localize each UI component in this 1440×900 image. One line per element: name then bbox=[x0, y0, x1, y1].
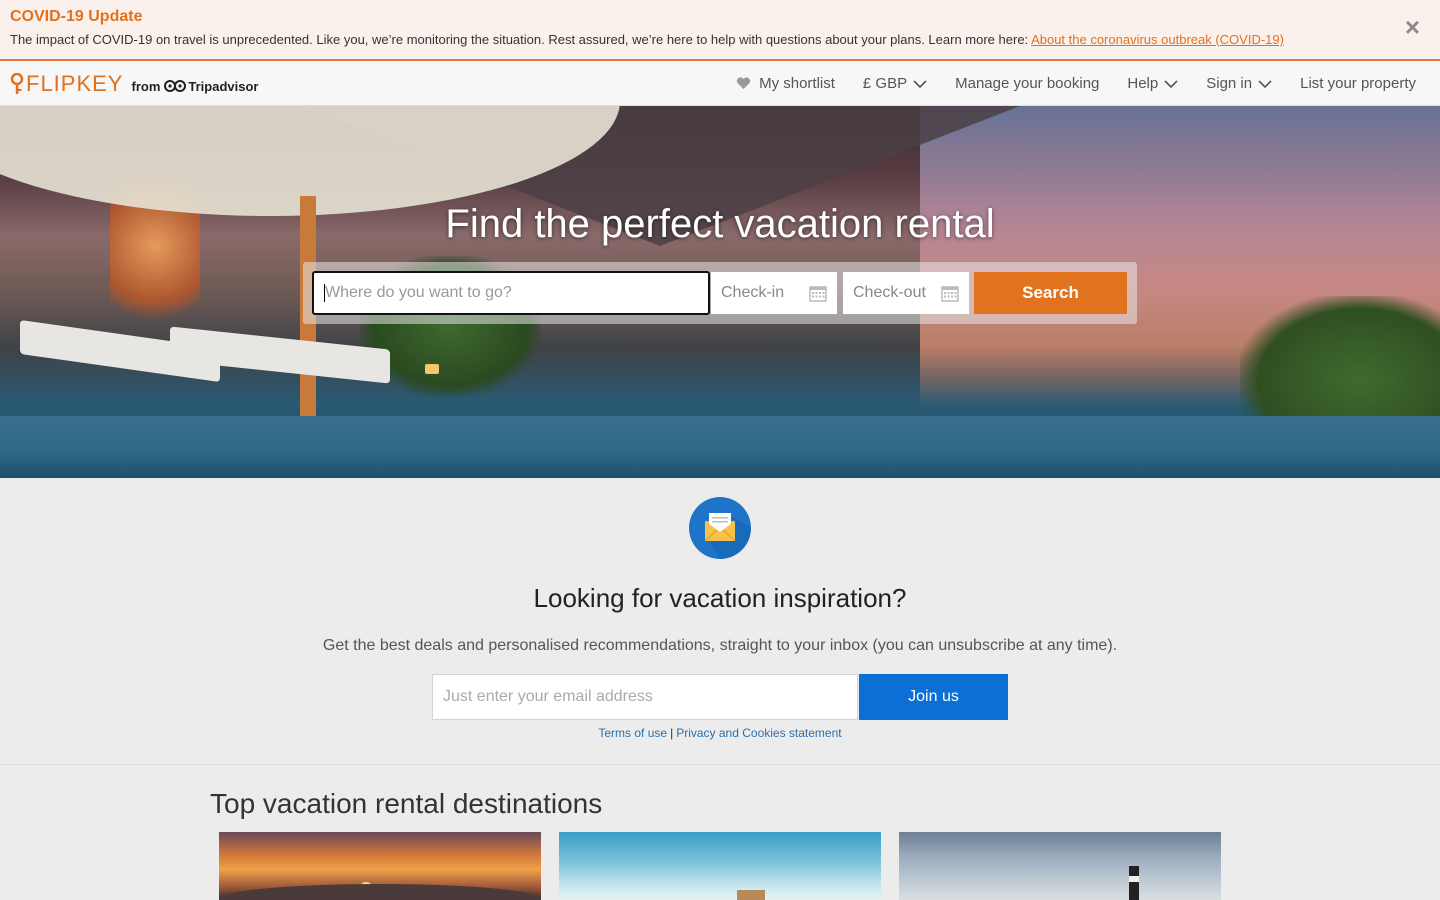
envelope-icon bbox=[704, 513, 751, 559]
newsletter-title: Looking for vacation inspiration? bbox=[533, 583, 907, 613]
signin-dropdown[interactable]: Sign in bbox=[1206, 75, 1272, 92]
covid-title: COVID-19 Update bbox=[10, 8, 143, 25]
email-input[interactable]: Just enter your email address bbox=[432, 674, 858, 720]
tripadvisor-owl-icon bbox=[164, 80, 187, 92]
close-icon[interactable]: × bbox=[1405, 14, 1420, 40]
covid-banner: COVID-19 Update The impact of COVID-19 o… bbox=[0, 0, 1440, 61]
destination-card[interactable] bbox=[559, 832, 881, 900]
chevron-down-icon bbox=[913, 80, 927, 89]
manage-booking-link[interactable]: Manage your booking bbox=[955, 75, 1099, 92]
flipkey-logo[interactable]: FLIPKEY from Tripadvisor bbox=[10, 72, 258, 96]
checkout-placeholder: Check-out bbox=[853, 284, 926, 301]
mail-circle bbox=[689, 497, 751, 559]
calendar-icon bbox=[941, 286, 959, 302]
hero-background-lamp bbox=[425, 364, 439, 374]
logo-wordmark: FLIPKEY bbox=[26, 71, 124, 96]
covid-info-link[interactable]: About the coronavirus outbreak (COVID-19… bbox=[1031, 32, 1284, 47]
legal-separator: | bbox=[670, 726, 674, 740]
terms-link[interactable]: Terms of use bbox=[598, 726, 667, 740]
signin-label: Sign in bbox=[1206, 75, 1253, 92]
checkout-field[interactable]: Check-out bbox=[843, 272, 969, 314]
currency-dropdown[interactable]: £ GBP bbox=[863, 75, 927, 92]
logo-brand-text: Tripadvisor bbox=[188, 78, 259, 94]
hero-background-pool bbox=[0, 416, 1440, 478]
hero-title: Find the perfect vacation rental bbox=[445, 202, 995, 246]
shortlist-label: My shortlist bbox=[759, 75, 835, 92]
calendar-icon bbox=[809, 286, 827, 302]
checkin-field[interactable]: Check-in bbox=[711, 272, 837, 314]
search-form: Where do you want to go? Check-in Check-… bbox=[303, 262, 1137, 324]
covid-text: The impact of COVID-19 on travel is unpr… bbox=[10, 32, 1284, 47]
email-placeholder: Just enter your email address bbox=[443, 688, 653, 705]
destination-card[interactable] bbox=[219, 832, 541, 900]
help-dropdown[interactable]: Help bbox=[1127, 75, 1178, 92]
destination-placeholder: Where do you want to go? bbox=[325, 284, 512, 301]
search-button[interactable]: Search bbox=[974, 272, 1127, 314]
checkin-placeholder: Check-in bbox=[721, 284, 785, 301]
currency-label: £ GBP bbox=[862, 75, 908, 92]
site-header: FLIPKEY from Tripadvisor My shortlist £ … bbox=[0, 61, 1440, 106]
destination-card[interactable] bbox=[899, 832, 1221, 900]
card-image-building bbox=[737, 890, 765, 900]
join-button[interactable]: Join us bbox=[859, 674, 1008, 720]
heart-icon bbox=[736, 77, 751, 89]
destinations-title: Top vacation rental destinations bbox=[210, 788, 603, 819]
hero-banner: Find the perfect vacation rental Where d… bbox=[0, 106, 1440, 478]
key-icon bbox=[10, 73, 24, 94]
logo-from-tripadvisor: from Tripadvisor bbox=[131, 79, 258, 94]
hero-background-plants-right bbox=[1240, 296, 1440, 436]
top-nav: My shortlist £ GBP Manage your booking H… bbox=[708, 61, 1416, 106]
logo-from-text: from bbox=[131, 78, 161, 94]
card-image-lighthouse bbox=[1129, 866, 1139, 900]
shortlist-link[interactable]: My shortlist bbox=[736, 75, 835, 92]
destination-input[interactable]: Where do you want to go? bbox=[312, 271, 710, 315]
newsletter-section: Looking for vacation inspiration? Get th… bbox=[0, 478, 1440, 765]
card-image-hill bbox=[219, 884, 541, 900]
newsletter-subtitle: Get the best deals and personalised reco… bbox=[322, 637, 1118, 654]
covid-message: The impact of COVID-19 on travel is unpr… bbox=[10, 32, 1032, 47]
chevron-down-icon bbox=[1258, 80, 1272, 89]
chevron-down-icon bbox=[1164, 80, 1178, 89]
help-label: Help bbox=[1127, 75, 1159, 92]
privacy-link[interactable]: Privacy and Cookies statement bbox=[676, 726, 841, 740]
list-property-link[interactable]: List your property bbox=[1300, 75, 1416, 92]
legal-links: Terms of use | Privacy and Cookies stateme… bbox=[0, 726, 1440, 740]
